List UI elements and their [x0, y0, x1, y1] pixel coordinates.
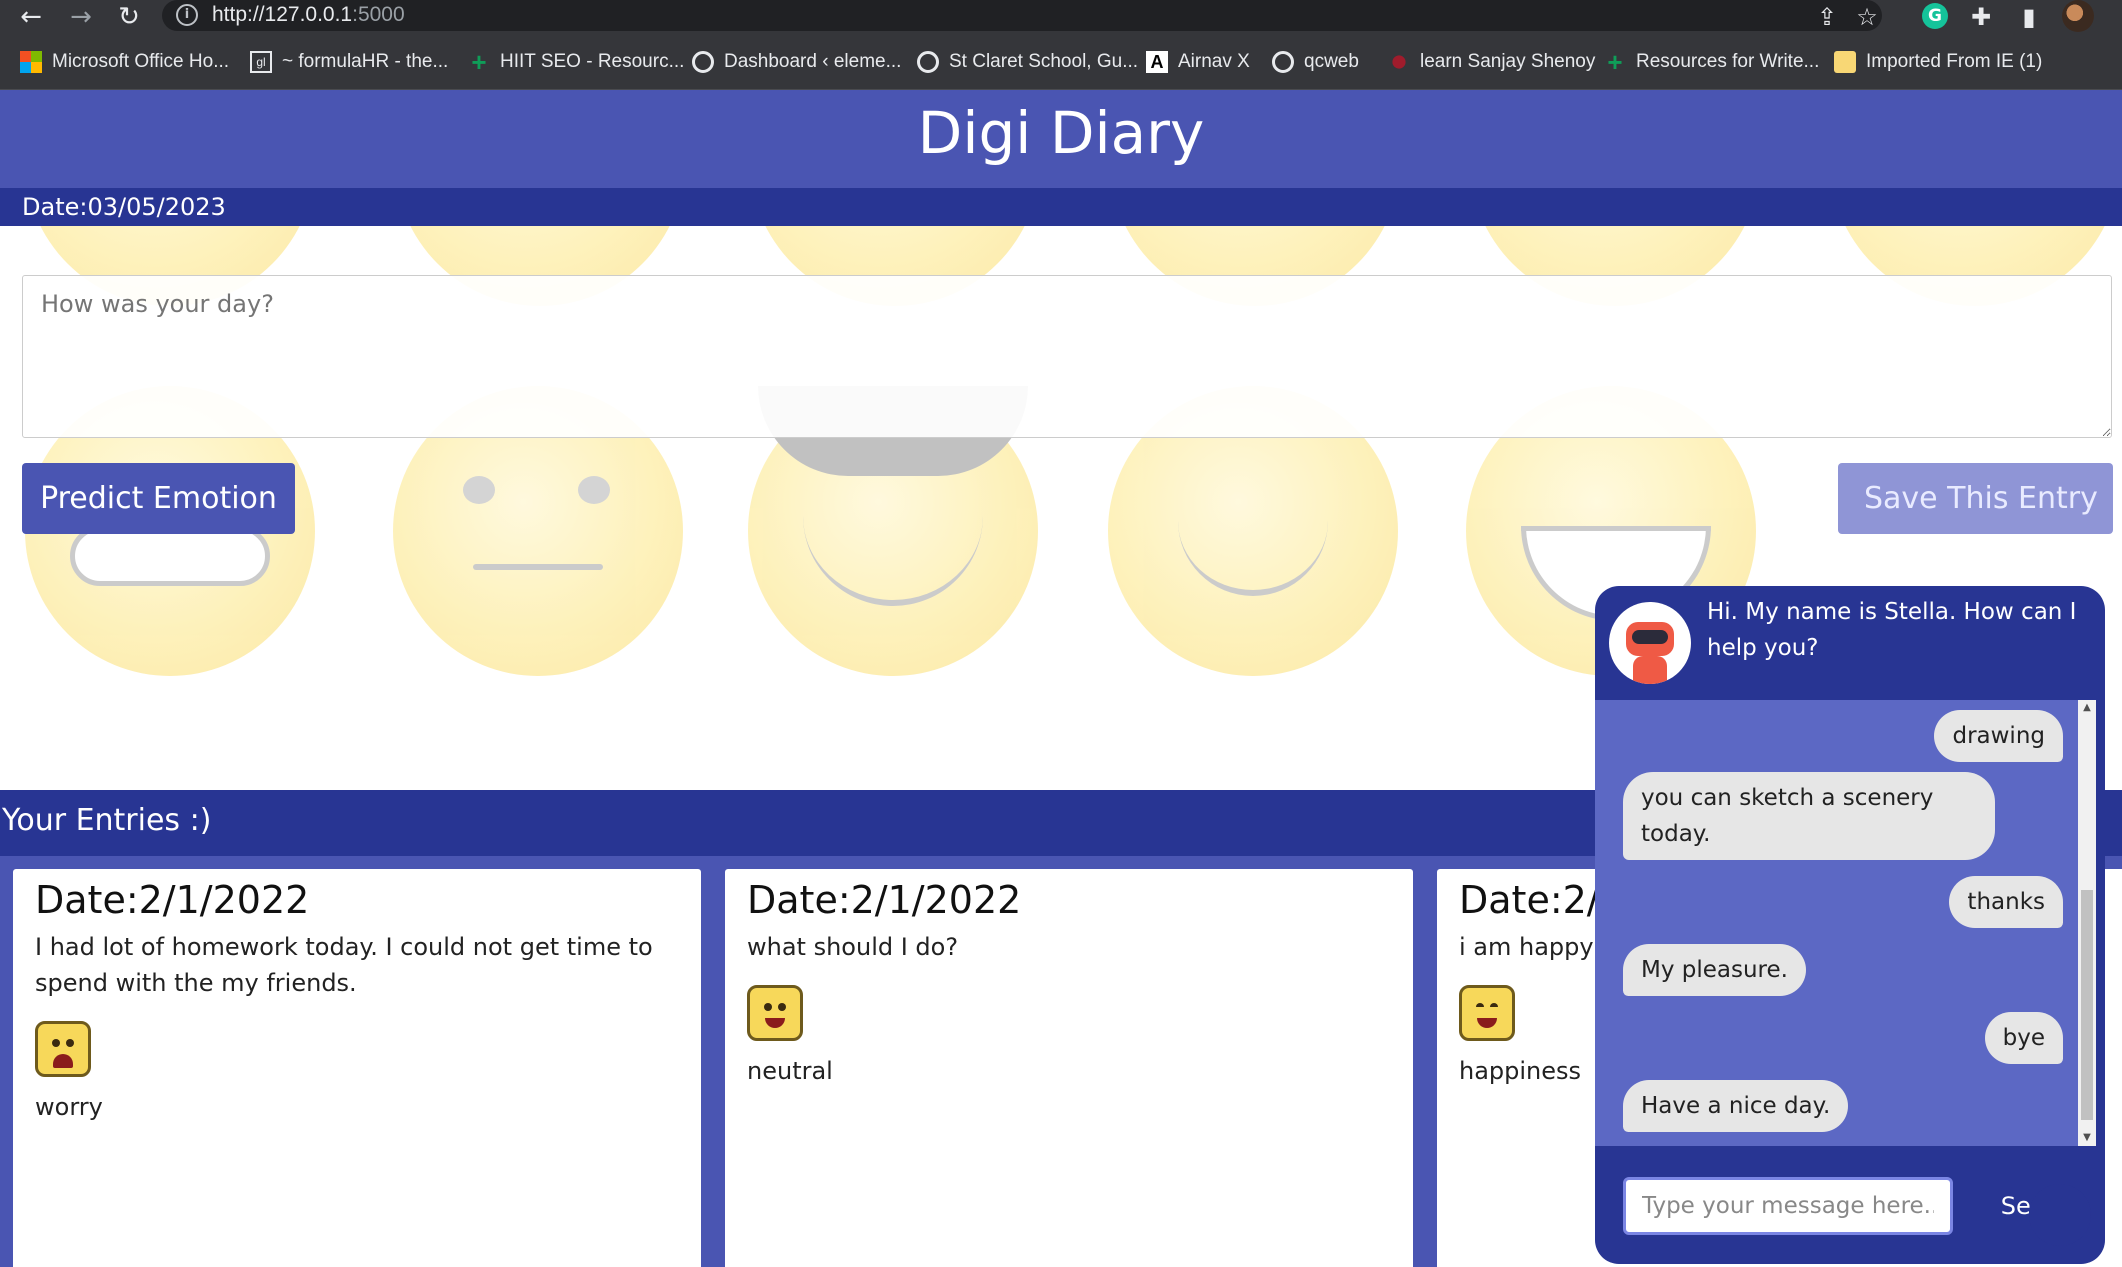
- forward-icon[interactable]: →: [66, 2, 96, 32]
- profile-avatar[interactable]: [2062, 0, 2094, 32]
- bookmark-item[interactable]: St Claret School, Gu...: [917, 48, 1138, 76]
- user-message: bye: [1984, 1012, 2063, 1064]
- microsoft-icon: [20, 51, 42, 73]
- save-entry-button[interactable]: Save This Entry: [1838, 463, 2113, 534]
- bookmark-item[interactable]: + Resources for Write...: [1604, 48, 1819, 76]
- scrollbar-thumb[interactable]: [2081, 890, 2093, 1120]
- address-bar[interactable]: i http://127.0.0.1:5000 ⇪ ☆: [162, 0, 1882, 31]
- predict-emotion-button[interactable]: Predict Emotion: [22, 463, 295, 534]
- bookmark-label: learn Sanjay Shenoy: [1420, 51, 1596, 72]
- bookmark-label: Airnav X: [1178, 51, 1250, 72]
- airnav-icon: A: [1146, 51, 1168, 73]
- bot-message: you can sketch a scenery today.: [1623, 772, 1995, 860]
- worried-face-icon: [35, 1021, 91, 1077]
- current-date: Date:03/05/2023: [0, 188, 2122, 226]
- url-text: http://127.0.0.1:5000: [212, 3, 405, 26]
- page: Digi Diary Date:03/05/2023 How was your …: [0, 90, 2122, 1267]
- bot-message: My pleasure.: [1623, 944, 1806, 996]
- bookmark-label: Resources for Write...: [1636, 51, 1820, 72]
- grammarly-extension-icon[interactable]: G: [1922, 3, 1948, 29]
- user-message: thanks: [1949, 876, 2063, 928]
- bookmark-label: HIIT SEO - Resourc...: [500, 51, 685, 72]
- bookmarks-bar: Microsoft Office Ho... gl ~ formulaHR - …: [0, 35, 2122, 90]
- scroll-down-icon[interactable]: ▼: [2081, 1132, 2093, 1144]
- entry-date: Date:2/1/2022: [747, 878, 1022, 922]
- bookmark-item[interactable]: learn Sanjay Shenoy: [1388, 48, 1595, 76]
- bookmark-item[interactable]: Dashboard ‹ eleme...: [692, 48, 901, 76]
- bookmark-label: ~ formulaHR - the...: [282, 51, 449, 72]
- user-message: drawing: [1934, 710, 2063, 762]
- site-info-icon[interactable]: i: [176, 4, 198, 26]
- diary-entry-input[interactable]: [22, 275, 2112, 438]
- browser-toolbar: ← → ↻ i http://127.0.0.1:5000 ⇪ ☆ G ✚ ▮: [0, 0, 2122, 35]
- chat-toggle-button[interactable]: [2029, 1184, 2091, 1246]
- globe-icon: [1272, 51, 1294, 73]
- bookmark-item[interactable]: qcweb: [1272, 48, 1359, 76]
- bookmark-item[interactable]: A Airnav X: [1146, 48, 1250, 76]
- chatbot-panel: Hi. My name is Stella. How can I help yo…: [1595, 586, 2105, 1264]
- back-icon[interactable]: ←: [16, 2, 46, 32]
- globe-icon: [917, 51, 939, 73]
- scroll-up-icon[interactable]: ▲: [2081, 702, 2093, 714]
- reload-icon[interactable]: ↻: [114, 2, 144, 32]
- bookmark-item[interactable]: + HIIT SEO - Resourc...: [468, 48, 684, 76]
- robot-avatar-icon: [1609, 602, 1691, 684]
- bookmark-item[interactable]: Microsoft Office Ho...: [20, 48, 229, 76]
- bookmark-label: Imported From IE (1): [1866, 51, 2043, 72]
- page-title: Digi Diary: [0, 90, 2122, 188]
- entry-emotion: worry: [35, 1093, 103, 1121]
- entry-emotion: neutral: [747, 1057, 833, 1085]
- green-plus-icon: +: [471, 47, 487, 77]
- extensions-puzzle-icon[interactable]: ✚: [1966, 2, 1996, 32]
- globe-icon: [692, 51, 714, 73]
- entry-text: what should I do?: [747, 933, 959, 961]
- bookmark-label: Microsoft Office Ho...: [52, 51, 230, 72]
- chatbot-header: Hi. My name is Stella. How can I help yo…: [1595, 586, 2105, 696]
- chat-message-input[interactable]: [1623, 1177, 1953, 1235]
- entry-card: Date:2/1/2022 I had lot of homework toda…: [13, 869, 701, 1267]
- bot-message: Have a nice day.: [1623, 1080, 1849, 1132]
- chatbot-greeting: Hi. My name is Stella. How can I help yo…: [1707, 599, 2077, 661]
- bookmark-item[interactable]: Imported From IE (1): [1834, 48, 2042, 76]
- green-plus-icon: +: [1607, 47, 1623, 77]
- entry-date: Date:2/1/2022: [35, 878, 310, 922]
- chat-scrollbar[interactable]: ▲ ▼: [2078, 700, 2096, 1146]
- bookmark-label: St Claret School, Gu...: [949, 51, 1139, 72]
- bookmark-label: Dashboard ‹ eleme...: [724, 51, 902, 72]
- bookmark-item[interactable]: gl ~ formulaHR - the...: [250, 48, 448, 76]
- happy-face-icon: [1459, 985, 1515, 1041]
- folder-icon: [1834, 51, 1856, 73]
- bookmark-star-icon[interactable]: ☆: [1852, 2, 1882, 32]
- smiling-face-icon: [747, 985, 803, 1041]
- share-icon[interactable]: ⇪: [1812, 2, 1842, 32]
- formulahr-icon: gl: [250, 51, 272, 73]
- entry-text: I had lot of homework today. I could not…: [35, 933, 653, 997]
- bookmark-label: qcweb: [1304, 51, 1359, 72]
- red-dot-icon: [1392, 55, 1406, 69]
- entry-card: Date:2/1/2022 what should I do? neutral: [725, 869, 1413, 1267]
- chat-messages[interactable]: drawing you can sketch a scenery today. …: [1595, 700, 2078, 1146]
- side-panel-icon[interactable]: ▮: [2014, 2, 2044, 32]
